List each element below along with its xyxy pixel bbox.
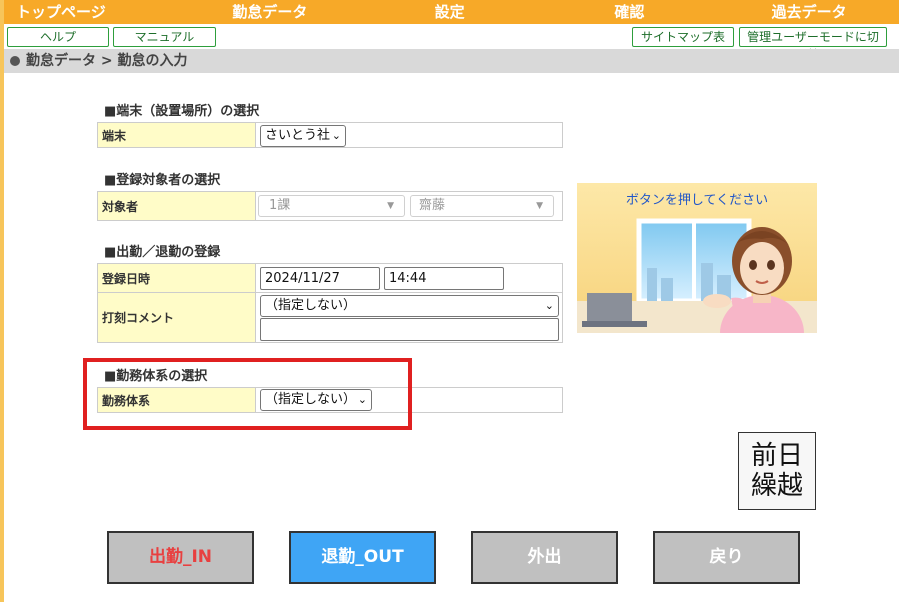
help-button[interactable]: ヘルプ	[7, 27, 109, 47]
date-input[interactable]: 2024/11/27	[260, 267, 380, 290]
datetime-field: 2024/11/27 14:44	[256, 264, 562, 292]
return-button[interactable]: 戻り	[653, 531, 800, 584]
terminal-field: さいとう社 ⌄	[256, 123, 562, 147]
comment-select-value: （指定しない）	[265, 298, 357, 313]
bullet-icon	[10, 56, 20, 66]
terminal-select[interactable]: さいとう社 ⌄	[260, 125, 346, 147]
person-select-value: 齋藤	[419, 198, 446, 213]
time-input[interactable]: 14:44	[384, 267, 504, 290]
target-section-title: ■登録対象者の選択	[104, 173, 221, 188]
dept-select-value: 1課	[269, 198, 291, 213]
comment-text-input[interactable]	[260, 318, 559, 341]
nav-confirm[interactable]: 確認	[540, 0, 720, 24]
highlight-box	[83, 358, 412, 430]
breadcrumb-text: 勤怠データ > 勤怠の入力	[26, 53, 188, 69]
chevron-down-icon: ⌄	[544, 299, 554, 312]
comment-field: （指定しない） ⌄	[256, 293, 562, 342]
sitemap-button[interactable]: サイトマップ表示	[632, 27, 734, 62]
target-row: 対象者 1課 ▼ 齋藤 ▼	[97, 191, 563, 221]
left-edge-bar	[0, 0, 4, 602]
instruction-text: ボタンを押してください	[625, 193, 769, 208]
terminal-label: 端末	[98, 123, 256, 147]
instruction-illustration: ボタンを押してください	[577, 183, 817, 333]
nav-settings[interactable]: 設定	[360, 0, 540, 24]
triangle-down-icon: ▼	[536, 201, 543, 211]
nav-attendance-data[interactable]: 勤怠データ	[180, 0, 360, 24]
datetime-label: 登録日時	[98, 264, 256, 292]
sub-toolbar: ヘルプ マニュアル サイトマップ表示 管理ユーザーモードに切替	[4, 24, 899, 62]
clock-out-button[interactable]: 退勤_OUT	[289, 531, 436, 584]
chevron-down-icon: ⌄	[331, 129, 341, 142]
comment-select[interactable]: （指定しない） ⌄	[260, 295, 559, 317]
manual-button[interactable]: マニュアル	[113, 27, 216, 47]
clock-in-button[interactable]: 出勤_IN	[107, 531, 254, 584]
target-label: 対象者	[98, 192, 256, 220]
comment-label: 打刻コメント	[98, 293, 256, 342]
dept-select[interactable]: 1課 ▼	[258, 195, 405, 217]
terminal-row: 端末 さいとう社 ⌄	[97, 122, 563, 148]
top-nav: トップページ 勤怠データ 設定 確認 過去データ	[4, 0, 899, 24]
carryover-line2: 繰越	[750, 471, 803, 501]
go-out-button[interactable]: 外出	[471, 531, 618, 584]
previous-day-carryover-button[interactable]: 前日 繰越	[738, 432, 816, 510]
carryover-line1: 前日	[750, 441, 803, 471]
nav-top-page[interactable]: トップページ	[4, 0, 180, 24]
comment-row: 打刻コメント （指定しない） ⌄	[97, 293, 563, 343]
terminal-select-value: さいとう社	[265, 128, 331, 143]
person-select[interactable]: 齋藤 ▼	[410, 195, 554, 217]
terminal-section-title: ■端末（設置場所）の選択	[104, 104, 260, 119]
triangle-down-icon: ▼	[387, 201, 394, 211]
admin-mode-button[interactable]: 管理ユーザーモードに切替	[739, 27, 887, 62]
datetime-row: 登録日時 2024/11/27 14:44	[97, 263, 563, 293]
nav-past-data[interactable]: 過去データ	[719, 0, 899, 24]
attendance-section-title: ■出勤／退勤の登録	[104, 245, 221, 260]
breadcrumb: 勤怠データ > 勤怠の入力	[4, 49, 899, 73]
target-field: 1課 ▼ 齋藤 ▼	[256, 192, 562, 220]
